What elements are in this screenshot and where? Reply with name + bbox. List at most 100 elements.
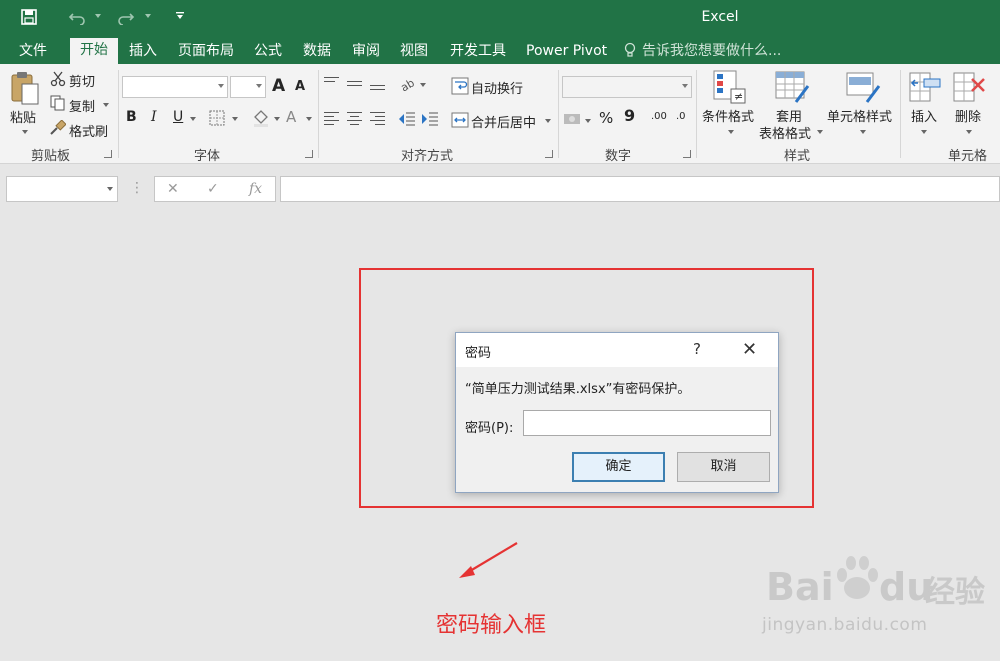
copy-button[interactable]: 复制 xyxy=(69,96,95,115)
number-group-label: 数字 xyxy=(605,149,632,164)
format-painter-icon xyxy=(50,120,66,135)
cut-button[interactable]: 剪切 xyxy=(69,71,95,90)
help-icon[interactable]: ? xyxy=(693,340,701,358)
conditional-dropdown-icon[interactable] xyxy=(728,130,734,134)
formula-bar: ⋮ ✕ ✓ fx xyxy=(0,164,1000,212)
wrap-text-button[interactable]: 自动换行 xyxy=(471,78,523,97)
accounting-format-icon[interactable] xyxy=(563,111,583,127)
tab-formulas[interactable]: 公式 xyxy=(244,40,292,64)
percent-button[interactable]: % xyxy=(599,109,613,127)
conditional-format-button[interactable]: 条件格式 xyxy=(702,106,754,125)
number-format-combo[interactable] xyxy=(562,76,692,98)
dialog-message: “简单压力测试结果.xlsx”有密码保护。 xyxy=(465,382,691,397)
increase-indent-icon[interactable] xyxy=(421,111,439,127)
bold-button[interactable]: B xyxy=(126,109,137,125)
ok-button[interactable]: 确定 xyxy=(572,452,665,482)
tell-me-search[interactable]: 告诉我您想要做什么... xyxy=(632,40,791,64)
merge-center-button[interactable]: 合并后居中 xyxy=(471,112,536,131)
top-align-icon[interactable] xyxy=(324,77,339,89)
group-divider xyxy=(318,70,319,158)
copy-dropdown-icon[interactable] xyxy=(103,103,109,107)
tab-power-pivot[interactable]: Power Pivot xyxy=(516,40,617,64)
font-size-combo[interactable] xyxy=(230,76,266,98)
format-painter-button[interactable]: 格式刷 xyxy=(69,121,108,140)
paste-button[interactable]: 粘贴 xyxy=(10,107,36,126)
confirm-edit-icon[interactable]: ✓ xyxy=(207,181,219,197)
tab-home[interactable]: 开始 xyxy=(70,38,118,64)
border-icon[interactable] xyxy=(209,110,225,126)
merge-dropdown-icon[interactable] xyxy=(545,119,551,123)
clipboard-group-label: 剪贴板 xyxy=(31,149,71,164)
formula-input[interactable] xyxy=(280,176,1000,202)
svg-text:≠: ≠ xyxy=(734,90,743,103)
delete-dropdown-icon[interactable] xyxy=(966,130,972,134)
tab-insert[interactable]: 插入 xyxy=(119,40,167,64)
grow-font-button[interactable]: A xyxy=(272,76,285,96)
italic-button[interactable]: I xyxy=(151,109,157,125)
number-launcher-icon[interactable] xyxy=(683,150,691,158)
orientation-icon[interactable]: ab xyxy=(399,76,417,92)
watermark-logo-text: Bai xyxy=(766,565,834,609)
shrink-font-button[interactable]: A xyxy=(295,79,305,94)
ribbon-tab-bar: 文件 开始 插入 页面布局 公式 数据 审阅 视图 开发工具 Power Piv… xyxy=(0,36,1000,64)
font-launcher-icon[interactable] xyxy=(305,150,313,158)
font-color-button[interactable]: A xyxy=(286,108,296,126)
insert-dropdown-icon[interactable] xyxy=(921,130,927,134)
cell-styles-button[interactable]: 单元格样式 xyxy=(827,106,892,125)
fill-color-dropdown-icon[interactable] xyxy=(274,117,280,121)
name-box[interactable] xyxy=(6,176,118,202)
insert-function-icon[interactable]: fx xyxy=(249,181,262,197)
decrease-decimal-button[interactable]: .0 xyxy=(676,112,686,122)
close-icon[interactable]: ✕ xyxy=(742,339,757,360)
font-name-combo[interactable] xyxy=(122,76,228,98)
align-left-icon[interactable] xyxy=(324,112,339,128)
watermark: Bai du 经验 jingyan.baidu.com xyxy=(762,553,994,643)
paste-icon[interactable] xyxy=(10,70,42,106)
cell-styles-dropdown-icon[interactable] xyxy=(860,130,866,134)
group-divider xyxy=(900,70,901,158)
password-dialog: 密码 ? ✕ “简单压力测试结果.xlsx”有密码保护。 密码(P): 确定 取… xyxy=(455,332,779,493)
alignment-launcher-icon[interactable] xyxy=(545,150,553,158)
comma-style-button[interactable]: 9 xyxy=(624,106,635,125)
merge-center-icon xyxy=(451,112,469,128)
cancel-edit-icon[interactable]: ✕ xyxy=(167,181,179,197)
group-divider xyxy=(558,70,559,158)
border-dropdown-icon[interactable] xyxy=(232,117,238,121)
underline-button[interactable]: U xyxy=(173,109,183,125)
password-input[interactable] xyxy=(523,410,771,436)
password-label: 密码(P): xyxy=(465,421,514,436)
conditional-format-icon: ≠ xyxy=(713,70,746,104)
font-color-dropdown-icon[interactable] xyxy=(306,117,312,121)
align-right-icon[interactable] xyxy=(370,112,385,128)
tab-view[interactable]: 视图 xyxy=(390,40,438,64)
tab-data[interactable]: 数据 xyxy=(293,40,341,64)
dialog-title: 密码 xyxy=(465,346,492,361)
annotation-label: 密码输入框 xyxy=(436,613,547,638)
underline-dropdown-icon[interactable] xyxy=(190,117,196,121)
scissors-icon xyxy=(50,71,66,87)
clipboard-launcher-icon[interactable] xyxy=(104,150,112,158)
tab-page-layout[interactable]: 页面布局 xyxy=(168,40,244,64)
dialog-title-bar: 密码 ? ✕ xyxy=(456,333,778,367)
paste-dropdown-icon[interactable] xyxy=(22,130,28,134)
watermark-logo-jingyan: 经验 xyxy=(925,575,985,610)
tab-developer[interactable]: 开发工具 xyxy=(440,40,516,64)
delete-cells-button[interactable]: 删除 xyxy=(955,106,981,125)
tab-review[interactable]: 审阅 xyxy=(342,40,390,64)
name-box-dropdown-icon[interactable] xyxy=(107,187,113,191)
ribbon: 粘贴 剪切 复制 格式刷 剪贴板 A A B I U A 字体 ab 自动换行 … xyxy=(0,64,1000,164)
tab-file[interactable]: 文件 xyxy=(9,40,57,64)
bottom-align-icon[interactable] xyxy=(370,85,385,93)
increase-decimal-button[interactable]: .00 xyxy=(651,112,667,122)
format-as-table-button[interactable]: 表格格式 xyxy=(759,123,811,142)
orientation-dropdown-icon[interactable] xyxy=(420,83,426,87)
insert-cells-button[interactable]: 插入 xyxy=(911,106,937,125)
format-as-table-dropdown-icon[interactable] xyxy=(817,130,823,134)
align-center-icon[interactable] xyxy=(347,112,362,128)
cell-styles-icon xyxy=(846,72,881,103)
fill-color-icon[interactable] xyxy=(252,109,270,127)
middle-align-icon[interactable] xyxy=(347,81,362,89)
cancel-button[interactable]: 取消 xyxy=(677,452,770,482)
decrease-indent-icon[interactable] xyxy=(398,111,416,127)
accounting-dropdown-icon[interactable] xyxy=(585,119,591,123)
